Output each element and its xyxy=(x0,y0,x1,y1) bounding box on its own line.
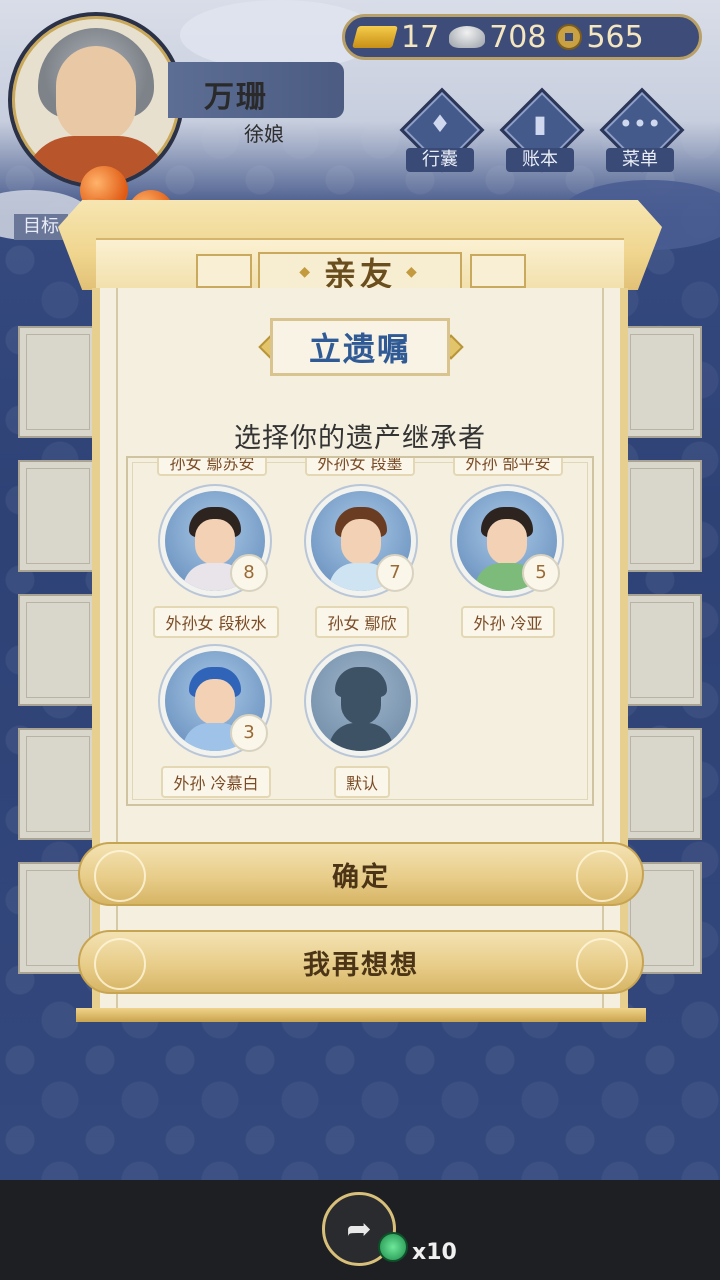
side-item-card xyxy=(18,594,98,706)
silver-ingot-icon xyxy=(449,26,486,48)
gold-counter: 17 xyxy=(352,19,440,55)
scroll-bottom-rod xyxy=(76,1008,646,1022)
title-dot-icon: ◆ xyxy=(406,264,421,280)
heir-avatar xyxy=(304,644,418,758)
partial-heir-tag[interactable]: 外孙 郜平安 xyxy=(438,458,578,476)
side-item-card xyxy=(622,326,702,438)
bag-button[interactable]: ♦ 行囊 xyxy=(399,87,485,176)
heir-name: 外孙女 段墨 xyxy=(305,458,415,476)
heir-name: 孙女 鄢欣 xyxy=(315,606,409,638)
heir-list[interactable]: 孙女 鄢苏安 外孙女 段墨 外孙 郜平安 8 外孙女 段秋水 7 孙女 鄢欣 5… xyxy=(126,456,594,806)
heir-name-tag: 外孙女 段秋水 xyxy=(146,606,286,638)
player-avatar[interactable] xyxy=(8,12,184,188)
coin-amount: 565 xyxy=(586,19,644,55)
more-dots-icon: ••• xyxy=(618,110,662,138)
heir-level-badge: 5 xyxy=(522,554,560,592)
side-item-card xyxy=(18,326,98,438)
share-icon: ➦ xyxy=(346,1211,372,1247)
silver-counter: 708 xyxy=(449,20,546,55)
player-role: 徐娘 xyxy=(244,122,284,146)
side-item-card xyxy=(18,728,98,840)
heir-name: 外孙 郜平安 xyxy=(453,458,563,476)
heir-name-tag: 外孙 冷慕白 xyxy=(146,766,286,798)
gold-ingot-icon xyxy=(352,26,398,48)
portrait-face xyxy=(341,519,381,565)
title-decoration-right xyxy=(470,254,526,288)
button-ornament-icon xyxy=(576,850,628,902)
silver-amount: 708 xyxy=(489,19,547,55)
confirm-label: 确定 xyxy=(332,861,390,893)
heir-option-default[interactable]: 默认 xyxy=(292,644,432,804)
player-name: 万珊 xyxy=(204,80,268,115)
will-subtitle: 立遗嘱 xyxy=(270,318,450,376)
button-ornament-icon xyxy=(576,938,628,990)
silhouette-icon xyxy=(311,651,411,751)
button-ornament-icon xyxy=(94,850,146,902)
gold-amount: 17 xyxy=(401,19,440,55)
confirm-button[interactable]: 确定 xyxy=(78,842,644,906)
copper-coin-icon xyxy=(556,24,583,50)
ledger-icon: ▮ xyxy=(533,110,547,138)
reconsider-button[interactable]: 我再想想 xyxy=(78,930,644,994)
heir-name: 外孙 冷亚 xyxy=(461,606,555,638)
button-ornament-icon xyxy=(94,938,146,990)
heir-name-tag: 孙女 鄢欣 xyxy=(292,606,432,638)
side-item-card xyxy=(622,728,702,840)
heir-option[interactable]: 7 孙女 鄢欣 xyxy=(292,484,432,654)
portrait-face xyxy=(195,679,235,725)
heir-option[interactable]: 8 外孙女 段秋水 xyxy=(146,484,286,654)
bag-icon: ♦ xyxy=(429,110,451,138)
partial-heir-tag[interactable]: 外孙女 段墨 xyxy=(290,458,430,476)
menu-label: 菜单 xyxy=(606,148,674,172)
heir-level-badge: 8 xyxy=(230,554,268,592)
silhouette-body xyxy=(329,723,393,751)
coin-counter: 565 xyxy=(556,19,644,55)
heir-option[interactable]: 5 外孙 冷亚 xyxy=(438,484,578,654)
heir-level-badge: 3 xyxy=(230,714,268,752)
heir-name-tag: 默认 xyxy=(292,766,432,798)
reconsider-label: 我再想想 xyxy=(303,949,419,981)
side-item-card xyxy=(622,460,702,572)
currency-bar: 17 708 565 xyxy=(342,14,702,60)
side-item-card xyxy=(622,594,702,706)
portrait-face xyxy=(195,519,235,565)
heir-name: 外孙 冷慕白 xyxy=(161,766,271,798)
panel-title: ◆ 亲友 ◆ xyxy=(258,252,462,293)
menu-button[interactable]: ••• 菜单 xyxy=(599,87,685,176)
side-item-card xyxy=(18,460,98,572)
ledger-button[interactable]: ▮ 账本 xyxy=(499,87,585,176)
partial-heir-tag[interactable]: 孙女 鄢苏安 xyxy=(142,458,282,476)
bag-label: 行囊 xyxy=(406,148,474,172)
heir-level-badge: 7 xyxy=(376,554,414,592)
heir-name: 默认 xyxy=(333,766,390,798)
title-dot-icon: ◆ xyxy=(299,264,314,280)
jade-token-icon xyxy=(378,1232,408,1262)
heir-name-tag: 外孙 冷亚 xyxy=(438,606,578,638)
title-decoration-left xyxy=(196,254,252,288)
heir-option[interactable]: 3 外孙 冷慕白 xyxy=(146,644,286,804)
heir-prompt: 选择你的遗产继承者 xyxy=(234,423,486,454)
portrait-face xyxy=(56,46,136,142)
silhouette-face xyxy=(341,679,381,725)
portrait-face xyxy=(487,519,527,565)
heir-name: 外孙女 段秋水 xyxy=(153,606,279,638)
heir-name: 孙女 鄢苏安 xyxy=(157,458,267,476)
token-count: x10 xyxy=(412,1240,457,1265)
ledger-label: 账本 xyxy=(506,148,574,172)
